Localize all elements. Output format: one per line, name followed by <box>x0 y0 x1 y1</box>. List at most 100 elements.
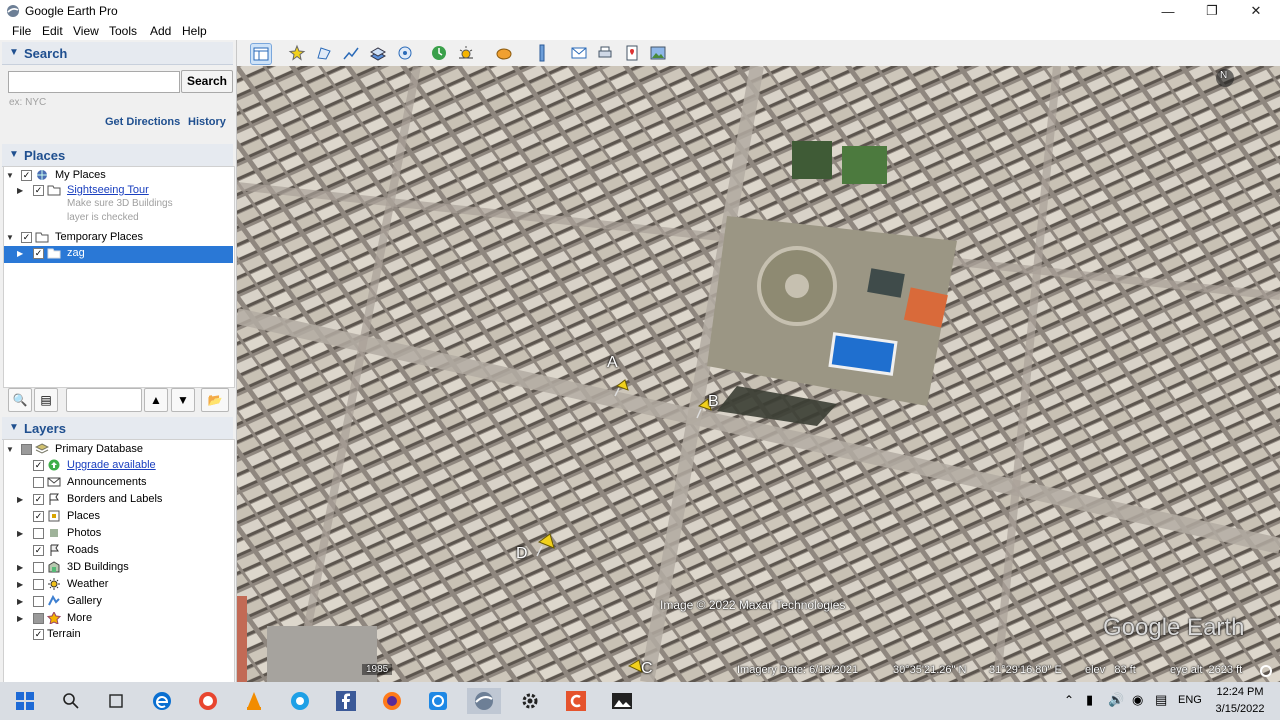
move-down-button[interactable]: ▼ <box>171 388 195 412</box>
battery-icon[interactable]: ▮ <box>1086 692 1093 708</box>
layer-item-3d-buildings[interactable]: ▶ 3D Buildings <box>4 560 232 576</box>
email-icon[interactable] <box>569 43 589 63</box>
add-path-icon[interactable] <box>341 43 361 63</box>
menu-tools[interactable]: Tools <box>109 24 137 38</box>
add-placemark-icon[interactable] <box>287 43 307 63</box>
expand-right-icon[interactable]: ▶ <box>17 186 25 195</box>
historical-imagery-icon[interactable] <box>429 43 449 63</box>
windows-start-icon[interactable] <box>12 688 38 714</box>
checkbox-partial[interactable] <box>33 613 44 624</box>
expand-right-icon[interactable]: ▶ <box>17 597 25 606</box>
expand-down-icon[interactable]: ▼ <box>6 171 14 180</box>
layer-item-photos[interactable]: ▶ Photos <box>4 526 232 542</box>
checkbox-partial[interactable] <box>21 444 32 455</box>
sunlight-icon[interactable] <box>456 43 476 63</box>
expand-right-icon[interactable]: ▶ <box>17 249 25 258</box>
menu-help[interactable]: Help <box>182 24 207 38</box>
checkbox[interactable]: ✓ <box>33 629 44 640</box>
layer-item-gallery[interactable]: ▶ Gallery <box>4 594 232 610</box>
vlc-icon[interactable] <box>241 688 267 714</box>
checkbox[interactable]: ✓ <box>21 232 32 243</box>
checkbox[interactable]: ✓ <box>33 494 44 505</box>
search-button[interactable]: Search <box>181 70 233 93</box>
toggle-panel-button[interactable]: ▤ <box>34 388 58 412</box>
expand-down-icon[interactable]: ▼ <box>6 233 14 242</box>
planet-switch-icon[interactable] <box>494 43 514 63</box>
edge-browser-icon[interactable] <box>149 688 175 714</box>
expand-right-icon[interactable]: ▶ <box>17 529 25 538</box>
layer-item-announcements[interactable]: Announcements <box>4 475 232 491</box>
menu-edit[interactable]: Edit <box>42 24 63 38</box>
add-polygon-icon[interactable] <box>314 43 334 63</box>
app-icon-sync[interactable] <box>425 688 451 714</box>
search-input[interactable] <box>8 71 180 93</box>
google-earth-taskbar-icon[interactable] <box>467 688 501 714</box>
layer-item-weather[interactable]: ▶ Weather <box>4 577 232 593</box>
expand-right-icon[interactable]: ▶ <box>17 580 25 589</box>
layer-item-borders[interactable]: ▶ ✓ Borders and Labels <box>4 492 232 508</box>
app-icon-blue[interactable] <box>287 688 313 714</box>
checkbox[interactable]: ✓ <box>21 170 32 181</box>
satellite-imagery[interactable] <box>237 66 1280 682</box>
tree-item-sightseeing-tour[interactable]: ▶ ✓ Sightseeing Tour <box>4 183 232 199</box>
checkbox[interactable]: ✓ <box>33 460 44 471</box>
move-up-button[interactable]: ▲ <box>144 388 168 412</box>
tray-overflow-icon[interactable]: ⌃ <box>1064 693 1074 707</box>
sidebar-toggle-icon[interactable] <box>250 43 272 65</box>
tree-item-my-places[interactable]: ▼ ✓ My Places <box>4 168 232 184</box>
maximize-button[interactable]: ❐ <box>1190 0 1234 22</box>
checkbox[interactable] <box>33 528 44 539</box>
menu-add[interactable]: Add <box>150 24 171 38</box>
minimize-button[interactable]: — <box>1146 0 1190 22</box>
checkbox[interactable]: ✓ <box>33 511 44 522</box>
layer-item-upgrade[interactable]: ✓ Upgrade available <box>4 458 232 474</box>
search-icon[interactable] <box>58 688 84 714</box>
collapse-triangle-icon[interactable]: ▼ <box>9 422 19 433</box>
historical-imagery-year[interactable]: 1985 <box>362 664 393 675</box>
menu-view[interactable]: View <box>73 24 99 38</box>
checkbox[interactable] <box>33 579 44 590</box>
photos-app-icon[interactable] <box>609 688 635 714</box>
expand-right-icon[interactable]: ▶ <box>17 495 25 504</box>
history-link[interactable]: History <box>188 116 226 128</box>
map-view[interactable]: A B C D N Image © 2022 Maxar Technologie… <box>237 66 1280 682</box>
ruler-icon[interactable] <box>532 43 552 63</box>
search-section-header[interactable]: ▼ Search <box>2 42 233 65</box>
places-section-header[interactable]: ▼ Places <box>2 144 233 167</box>
tree-item-zag[interactable]: ▶ ✓ zag <box>4 246 233 263</box>
firefox-icon[interactable] <box>379 688 405 714</box>
layer-item-roads[interactable]: ✓ Roads <box>4 543 232 559</box>
layer-label[interactable]: Upgrade available <box>67 459 156 471</box>
expand-down-icon[interactable]: ▼ <box>6 445 14 454</box>
volume-icon[interactable]: 🔊 <box>1108 692 1124 708</box>
image-overlay-icon[interactable] <box>368 43 388 63</box>
layer-item-primary-database[interactable]: ▼ Primary Database <box>4 442 232 458</box>
record-tour-icon[interactable] <box>395 43 415 63</box>
checkbox[interactable]: ✓ <box>33 545 44 556</box>
print-icon[interactable] <box>595 43 615 63</box>
layers-section-header[interactable]: ▼ Layers <box>2 417 233 440</box>
layer-item-more[interactable]: ▶ More <box>4 611 232 627</box>
settings-gear-icon[interactable] <box>517 688 543 714</box>
task-view-icon[interactable] <box>103 688 129 714</box>
save-image-icon[interactable] <box>648 43 668 63</box>
network-icon[interactable]: ◉ <box>1132 692 1143 708</box>
checkbox[interactable] <box>33 596 44 607</box>
layer-item-terrain[interactable]: ✓ Terrain <box>4 627 232 643</box>
menu-file[interactable]: File <box>12 24 31 38</box>
checkbox[interactable]: ✓ <box>33 185 44 196</box>
clock-date[interactable]: 3/15/2022 <box>1208 703 1272 715</box>
clock-time[interactable]: 12:24 PM <box>1208 686 1272 698</box>
collapse-triangle-icon[interactable]: ▼ <box>9 149 19 160</box>
get-directions-link[interactable]: Get Directions <box>105 116 180 128</box>
checkbox[interactable] <box>33 477 44 488</box>
checkbox[interactable]: ✓ <box>33 248 44 259</box>
folder-menu-button[interactable]: 📂 <box>201 388 229 412</box>
checkbox[interactable] <box>33 562 44 573</box>
app-icon-orange[interactable] <box>563 688 589 714</box>
tree-item-temporary-places[interactable]: ▼ ✓ Temporary Places <box>4 230 232 246</box>
expand-right-icon[interactable]: ▶ <box>17 563 25 572</box>
expand-right-icon[interactable]: ▶ <box>17 614 25 623</box>
layer-item-places[interactable]: ✓ Places <box>4 509 232 525</box>
collapse-triangle-icon[interactable]: ▼ <box>9 47 19 58</box>
